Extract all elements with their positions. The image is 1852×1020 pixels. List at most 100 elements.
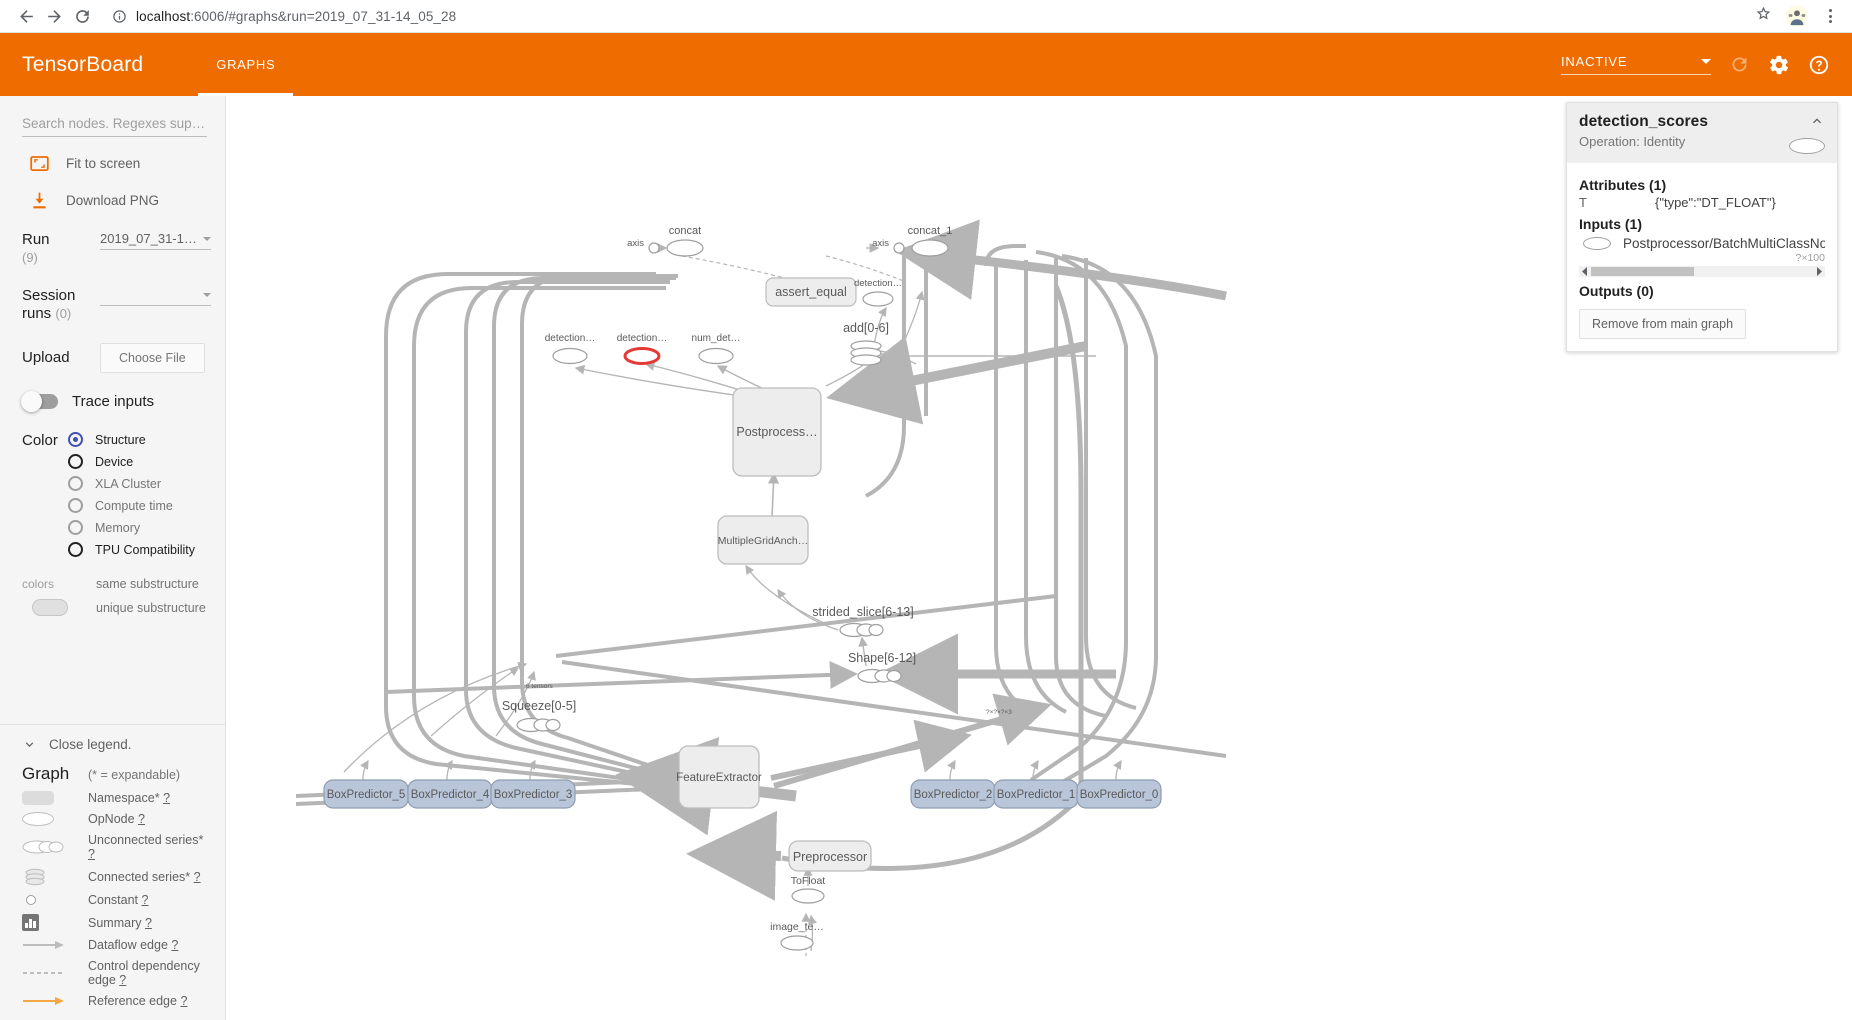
upload-label: Upload: [22, 349, 70, 366]
run-select[interactable]: 2019_07_31-1…: [100, 231, 211, 250]
color-option-tpu-compatibility[interactable]: TPU Compatibility: [68, 542, 195, 557]
node-feature-extractor[interactable]: FeatureExtractor: [676, 745, 762, 809]
node-boxpredictor-0[interactable]: BoxPredictor_0: [1076, 779, 1162, 809]
node-image-tensor[interactable]: image_te…: [770, 921, 824, 951]
site-info-icon[interactable]: [112, 9, 127, 24]
reload-mode-select[interactable]: INACTIVE: [1561, 54, 1711, 75]
node-boxpredictor-4[interactable]: BoxPredictor_4: [407, 779, 493, 809]
address-bar[interactable]: localhost:6006/#graphs&run=2019_07_31-14…: [106, 4, 1747, 28]
help-link[interactable]: ?: [138, 812, 145, 826]
help-link[interactable]: ?: [88, 847, 95, 861]
opnode-shape-icon: [1789, 138, 1825, 154]
node-info-card: detection_scores Operation: Identity Att…: [1566, 102, 1838, 352]
node-label: detection…: [854, 278, 902, 289]
legend-expandable-note: (* = expandable): [88, 768, 181, 782]
color-options: Color Structure Device XLA Cluster Compu…: [22, 432, 211, 557]
session-runs-label: Session runs (0): [22, 287, 76, 322]
node-num-detections[interactable]: num_det…: [692, 333, 741, 365]
legend-item-control-edge: Control dependency edge ?: [22, 959, 211, 987]
node-tofloat[interactable]: ToFloat: [791, 875, 826, 904]
close-legend-button[interactable]: Close legend.: [22, 737, 211, 752]
node-boxpredictor-1[interactable]: BoxPredictor_1: [993, 779, 1079, 809]
chevron-up-icon[interactable]: [1809, 113, 1825, 129]
node-preprocessor[interactable]: Preprocessor: [788, 840, 872, 872]
color-option-device[interactable]: Device: [68, 454, 195, 469]
color-radio-group: Structure Device XLA Cluster Compute tim…: [68, 432, 195, 557]
search-input[interactable]: [22, 114, 207, 137]
fit-to-screen-icon: [22, 153, 56, 174]
node-boxpredictor-3[interactable]: BoxPredictor_3: [490, 779, 576, 809]
browser-forward-button[interactable]: [40, 2, 68, 30]
session-runs-select[interactable]: [100, 287, 211, 306]
refresh-icon[interactable]: [1729, 54, 1750, 75]
legend-item-connected-series: Connected series* ?: [22, 868, 211, 886]
input-name: Postprocessor/BatchMultiClassNonM: [1623, 236, 1825, 251]
node-axis-left[interactable]: axis: [627, 238, 660, 254]
help-link[interactable]: ?: [142, 893, 149, 907]
gear-icon[interactable]: [1768, 54, 1790, 76]
node-multiple-grid-anchor-generator[interactable]: MultipleGridAnch…: [717, 515, 809, 565]
url-text: localhost:6006/#graphs&run=2019_07_31-14…: [136, 9, 456, 24]
browser-back-button[interactable]: [12, 2, 40, 30]
chrome-menu-icon[interactable]: [1822, 9, 1838, 23]
node-detection-scores-selected[interactable]: detection…: [617, 333, 668, 365]
radio-icon: [68, 498, 83, 513]
help-link[interactable]: ?: [194, 870, 201, 884]
toggle-knob: [21, 391, 42, 412]
avatar[interactable]: [1786, 5, 1808, 27]
scroll-right-arrow-icon[interactable]: [1814, 267, 1825, 276]
node-add-series[interactable]: add[0-6]: [843, 321, 889, 366]
node-detection-1[interactable]: detection…: [545, 333, 596, 365]
scroll-left-arrow-icon[interactable]: [1579, 267, 1590, 276]
help-link[interactable]: ?: [145, 916, 152, 930]
tab-graphs[interactable]: GRAPHS: [198, 33, 294, 96]
fit-to-screen-label: Fit to screen: [66, 156, 141, 171]
chevron-down-icon: [22, 737, 37, 752]
colors-legend: colors same substructure unique substruc…: [22, 577, 211, 616]
node-boxpredictor-2[interactable]: BoxPredictor_2: [910, 779, 996, 809]
outputs-header: Outputs (0): [1579, 283, 1654, 299]
color-option-compute-time[interactable]: Compute time: [68, 498, 195, 513]
toggle-switch[interactable]: [21, 391, 58, 412]
help-link[interactable]: ?: [171, 938, 178, 952]
help-link[interactable]: ?: [180, 994, 187, 1008]
node-label: axis: [627, 238, 644, 249]
opnode-icon: [22, 812, 68, 826]
node-boxpredictor-5[interactable]: BoxPredictor_5: [323, 779, 409, 809]
node-detection-right[interactable]: detection…: [854, 278, 902, 307]
node-postprocessor[interactable]: Postprocess…: [732, 387, 822, 477]
color-option-xla-cluster[interactable]: XLA Cluster: [68, 476, 195, 491]
node-concat[interactable]: concat: [666, 225, 704, 257]
run-count: (9): [22, 250, 38, 265]
legend-item-constant: Constant ?: [22, 893, 211, 907]
color-option-memory[interactable]: Memory: [68, 520, 195, 535]
node-label: concat: [669, 225, 701, 237]
legend-item-label: Control dependency edge ?: [88, 959, 200, 987]
node-label: concat_1: [908, 225, 953, 237]
browser-reload-button[interactable]: [68, 2, 96, 30]
graph-canvas[interactable]: axis concat axis concat_1 assert_equal d…: [226, 96, 1852, 1020]
help-circle-icon[interactable]: [1808, 54, 1830, 76]
bookmark-star-icon[interactable]: [1755, 5, 1772, 27]
legend-title: Graph: [22, 764, 70, 783]
color-option-label: Compute time: [95, 498, 173, 513]
choose-file-button[interactable]: Choose File: [100, 343, 205, 373]
input-row[interactable]: Postprocessor/BatchMultiClassNonM: [1579, 236, 1825, 251]
trace-inputs-toggle[interactable]: Trace inputs: [21, 391, 211, 412]
inputs-scrollbar[interactable]: [1579, 266, 1825, 277]
unconnected-series-icon: [22, 839, 68, 855]
download-png-button[interactable]: Download PNG: [22, 190, 211, 211]
color-option-structure[interactable]: Structure: [68, 432, 195, 447]
node-concat-1[interactable]: concat_1: [908, 225, 953, 257]
remove-from-main-graph-button[interactable]: Remove from main graph: [1579, 309, 1747, 339]
node-label: FeatureExtractor: [676, 772, 762, 784]
help-link[interactable]: ?: [119, 973, 126, 987]
node-squeeze-series[interactable]: Squeeze[0-5]: [502, 699, 576, 733]
node-info-operation: Operation: Identity: [1579, 134, 1686, 149]
node-assert-equal[interactable]: assert_equal: [765, 277, 857, 307]
scrollbar-thumb[interactable]: [1591, 267, 1695, 276]
node-axis-right[interactable]: axis: [872, 238, 905, 254]
help-link[interactable]: ?: [163, 791, 170, 805]
chevron-down-icon: [203, 292, 211, 297]
fit-to-screen-button[interactable]: Fit to screen: [22, 153, 211, 174]
